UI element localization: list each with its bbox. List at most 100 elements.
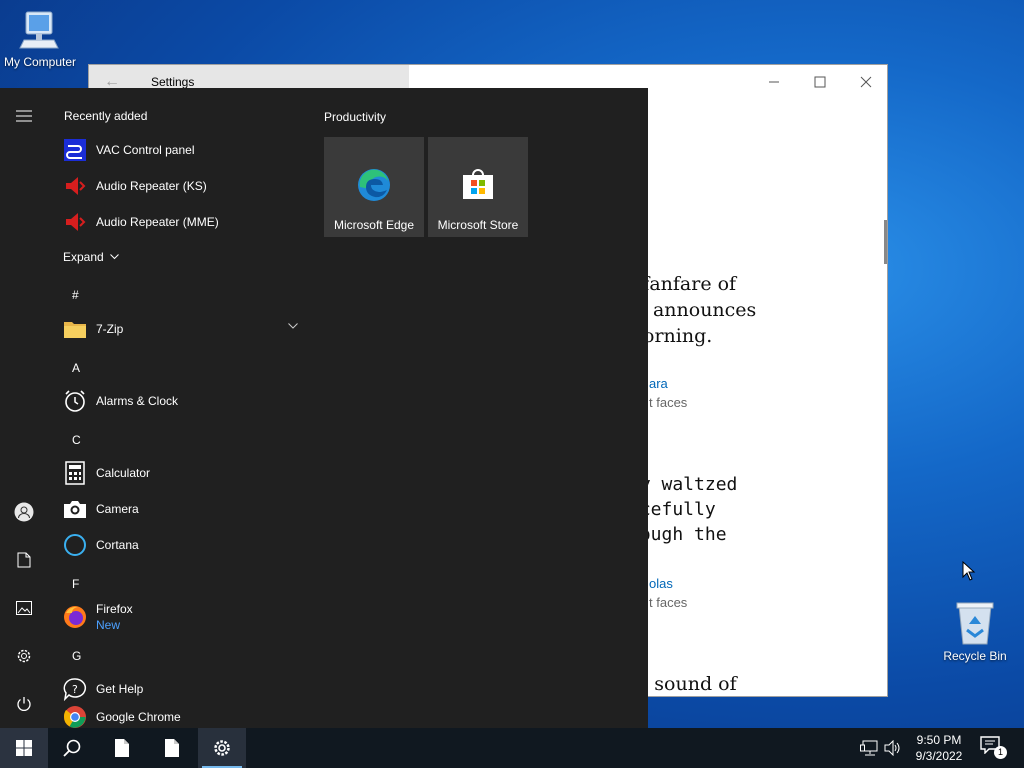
app-item-audio-repeater-ks[interactable]: Audio Repeater (KS) [48, 168, 308, 204]
settings-scrollbar[interactable] [884, 220, 887, 264]
vac-control-icon [62, 137, 88, 163]
audio-repeater-icon [62, 173, 88, 199]
minimize-button[interactable] [751, 65, 797, 99]
gear-icon [214, 740, 230, 756]
taskbar-file-button[interactable] [148, 728, 196, 768]
taskbar-clock[interactable]: 9:50 PM 9/3/2022 [908, 732, 970, 764]
volume-icon[interactable] [884, 740, 902, 756]
audio-repeater-icon [62, 209, 88, 235]
calculator-icon [62, 460, 88, 486]
documents-button[interactable] [0, 540, 48, 580]
app-label: Audio Repeater (KS) [96, 179, 207, 193]
start-menu: Recently added VAC Control panel Audio R… [0, 88, 648, 728]
close-button[interactable] [843, 65, 889, 99]
computer-icon [19, 11, 59, 49]
edge-icon [358, 169, 390, 201]
quote-2-author-link[interactable]: olas [649, 576, 673, 591]
app-item-calculator[interactable]: Calculator [48, 455, 308, 491]
start-rail [0, 88, 48, 728]
app-item-google-chrome[interactable]: Google Chrome [48, 699, 308, 728]
app-label: Get Help [96, 682, 144, 696]
letter-header-g[interactable]: G [72, 649, 81, 663]
letter-header-f[interactable]: F [72, 577, 79, 591]
app-item-camera[interactable]: Camera [48, 491, 308, 527]
tile-label: Microsoft Edge [333, 218, 415, 232]
notifications-button[interactable]: 1 [980, 736, 1008, 760]
app-item-cortana[interactable]: Cortana [48, 527, 308, 563]
letter-header-c[interactable]: C [72, 433, 81, 447]
svg-text:?: ? [72, 683, 78, 696]
chevron-down-icon [109, 254, 119, 260]
hamburger-icon [16, 110, 32, 122]
letter-header-hash[interactable]: # [72, 288, 79, 302]
windows-logo-icon [16, 740, 32, 756]
network-icon[interactable] [860, 740, 878, 756]
power-icon [17, 697, 31, 711]
search-icon [63, 739, 81, 757]
chrome-icon [62, 704, 88, 728]
cortana-icon [62, 532, 88, 558]
minimize-icon [769, 81, 779, 83]
app-label: Cortana [96, 538, 139, 552]
quote-3-line: e sound of [637, 673, 737, 695]
taskbar: 9:50 PM 9/3/2022 1 [0, 728, 1024, 768]
app-label: Alarms & Clock [96, 394, 179, 408]
app-label: Firefox [96, 602, 133, 616]
quote-1-font-meta: t faces [649, 395, 688, 410]
my-computer-desktop-icon[interactable]: My Computer [0, 8, 80, 69]
expand-label: Expand [63, 250, 104, 264]
clock-date: 9/3/2022 [915, 749, 963, 763]
app-item-7zip[interactable]: 7-Zip [48, 311, 308, 347]
my-computer-label: My Computer [3, 55, 77, 69]
maximize-icon [814, 76, 826, 88]
recycle-bin-desktop-icon[interactable]: Recycle Bin [935, 600, 1015, 663]
app-item-alarms-clock[interactable]: Alarms & Clock [48, 383, 308, 419]
quote-1-author-link[interactable]: ara [649, 376, 668, 391]
app-label: 7-Zip [96, 322, 124, 336]
tile-label: Microsoft Store [437, 218, 519, 232]
file-icon [115, 739, 129, 757]
file-icon [165, 739, 179, 757]
camera-icon [62, 496, 88, 522]
tile-microsoft-store[interactable]: Microsoft Store [428, 137, 528, 237]
pictures-button[interactable] [0, 588, 48, 628]
taskbar-settings-button[interactable] [198, 728, 246, 768]
recently-added-title: Recently added [64, 109, 148, 123]
taskbar-file-button[interactable] [98, 728, 146, 768]
user-account-button[interactable] [0, 492, 48, 532]
start-button[interactable] [0, 728, 48, 768]
recycle-bin-label: Recycle Bin [943, 649, 1007, 663]
app-item-vac-control-panel[interactable]: VAC Control panel [48, 132, 308, 168]
hamburger-menu-button[interactable] [0, 96, 48, 136]
settings-button[interactable] [0, 636, 48, 676]
app-label-group: Firefox New [96, 601, 133, 633]
power-button[interactable] [0, 684, 48, 724]
expand-button[interactable]: Expand [63, 250, 119, 264]
productivity-group-title[interactable]: Productivity [324, 110, 386, 124]
search-button[interactable] [48, 728, 96, 768]
app-item-firefox[interactable]: Firefox New [48, 599, 308, 635]
gear-icon [17, 649, 31, 663]
maximize-button[interactable] [797, 65, 843, 99]
app-label: Audio Repeater (MME) [96, 215, 219, 229]
window-title: Settings [151, 75, 195, 89]
app-label: Camera [96, 502, 139, 516]
recycle-bin-icon [956, 602, 994, 645]
alarm-clock-icon [62, 388, 88, 414]
pictures-icon [16, 601, 32, 615]
user-icon [14, 502, 34, 522]
new-badge: New [96, 618, 121, 632]
document-icon [17, 552, 31, 568]
letter-header-a[interactable]: A [72, 361, 80, 375]
chevron-down-icon[interactable] [288, 323, 298, 329]
app-label: VAC Control panel [96, 143, 195, 157]
clock-time: 9:50 PM [916, 733, 962, 747]
mouse-cursor-icon [962, 561, 976, 581]
app-label: Calculator [96, 466, 151, 480]
app-item-audio-repeater-mme[interactable]: Audio Repeater (MME) [48, 204, 308, 240]
tile-microsoft-edge[interactable]: Microsoft Edge [324, 137, 424, 237]
folder-icon [62, 316, 88, 342]
close-icon [860, 76, 872, 88]
app-list: Recently added VAC Control panel Audio R… [48, 88, 308, 728]
quote-2-font-meta: t faces [649, 595, 688, 610]
